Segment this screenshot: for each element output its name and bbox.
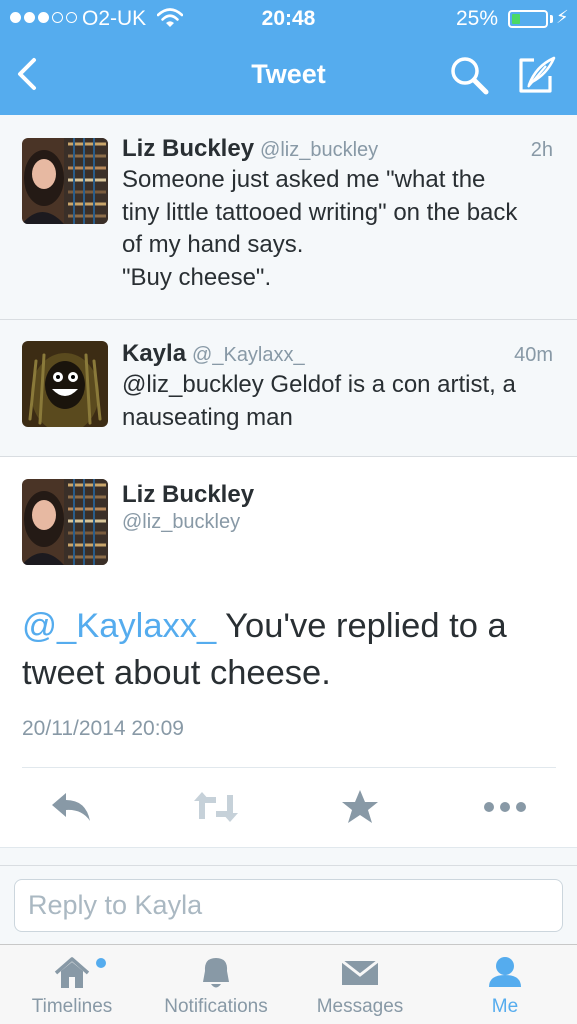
tweet-author: Kayla @_Kaylaxx_ <box>122 340 305 368</box>
tweet-time: 2h <box>530 139 553 161</box>
author-name[interactable]: Liz Buckley <box>122 481 254 509</box>
author-handle[interactable]: @_Kaylaxx_ <box>192 344 305 366</box>
reply-icon <box>52 793 90 821</box>
person-icon <box>489 957 521 987</box>
search-icon <box>451 57 489 95</box>
tweet-text-line: Someone just asked me "what the <box>122 166 486 193</box>
compose-icon <box>519 56 556 93</box>
search-button[interactable] <box>448 54 490 96</box>
navigation-bar: Tweet <box>0 38 577 115</box>
top-bar: O2-UK 20:48 25% ⚡ Tweet <box>0 0 577 115</box>
bell-icon <box>203 958 229 988</box>
tweet-text: You've replied to a <box>216 607 507 645</box>
tab-label: Notifications <box>164 996 268 1017</box>
tweet-author: Liz Buckley @liz_buckley <box>122 135 378 163</box>
battery-percent: 25% <box>456 7 499 30</box>
reply-button[interactable] <box>48 787 96 827</box>
charging-icon: ⚡ <box>556 7 569 27</box>
battery-level <box>512 14 520 24</box>
avatar-image <box>22 479 108 565</box>
tab-timelines[interactable]: Timelines <box>14 945 130 1024</box>
section-gap <box>0 847 577 865</box>
page-title: Tweet <box>251 59 326 89</box>
author-handle[interactable]: @liz_buckley <box>260 139 378 161</box>
favorite-icon <box>342 790 378 823</box>
status-bar: O2-UK 20:48 25% ⚡ <box>0 0 577 38</box>
tab-label: Messages <box>316 996 404 1017</box>
tweet-text: Someone just asked me "what the tiny lit… <box>122 164 562 294</box>
reply-bar <box>0 865 577 944</box>
tweet-text-line: tweet about cheese. <box>22 654 331 692</box>
reply-input[interactable] <box>14 879 563 932</box>
envelope-icon <box>341 959 379 985</box>
retweet-icon <box>194 792 238 822</box>
tweet-text: @liz_buckley Geldof is a con artist, a n… <box>122 369 562 434</box>
tweet-body: @_Kaylaxx_ You've replied to a tweet abo… <box>22 603 557 697</box>
avatar[interactable] <box>22 479 108 565</box>
tab-label: Me <box>491 996 519 1017</box>
more-button[interactable] <box>481 787 529 827</box>
avatar-image <box>22 138 108 224</box>
battery-tip <box>550 15 553 23</box>
tweet-text-line: @liz_buckley Geldof is a con artist, a <box>122 371 516 398</box>
tab-notifications[interactable]: Notifications <box>146 945 286 1024</box>
tab-me[interactable]: Me <box>460 945 550 1024</box>
tab-messages[interactable]: Messages <box>300 945 420 1024</box>
author-name[interactable]: Liz Buckley <box>122 135 254 162</box>
tweet-text-line: tiny little tattooed writing" on the bac… <box>122 198 518 226</box>
battery-icon <box>508 10 548 28</box>
author-name[interactable]: Kayla <box>122 340 186 367</box>
tweet-time: 40m <box>514 344 553 366</box>
avatar-image <box>22 341 108 427</box>
more-icon <box>484 802 526 812</box>
home-icon <box>54 957 90 988</box>
tab-bar: Timelines Notifications Messages Me <box>0 944 577 1024</box>
favorite-button[interactable] <box>336 787 384 827</box>
divider <box>22 767 556 768</box>
mention-link[interactable]: @_Kaylaxx_ <box>22 607 216 645</box>
tweet-item[interactable]: Kayla @_Kaylaxx_ 40m @liz_buckley Geldof … <box>0 320 577 457</box>
tweet-text-line: of my hand says. <box>122 231 304 258</box>
avatar[interactable] <box>22 341 108 427</box>
tweet-text-line: nauseating man <box>122 403 293 431</box>
notification-dot <box>96 958 106 968</box>
retweet-button[interactable] <box>192 787 240 827</box>
tab-label: Timelines <box>31 996 113 1017</box>
author-handle[interactable]: @liz_buckley <box>122 511 240 534</box>
avatar[interactable] <box>22 138 108 224</box>
compose-tweet-button[interactable] <box>516 54 558 96</box>
tweet-detail: Liz Buckley @liz_buckley @_Kaylaxx_ You'… <box>0 457 577 847</box>
tweet-item[interactable]: Liz Buckley @liz_buckley 2h Someone just … <box>0 115 577 320</box>
tweet-text-line: "Buy cheese". <box>122 263 272 291</box>
tweet-timestamp: 20/11/2014 20:09 <box>22 717 184 740</box>
